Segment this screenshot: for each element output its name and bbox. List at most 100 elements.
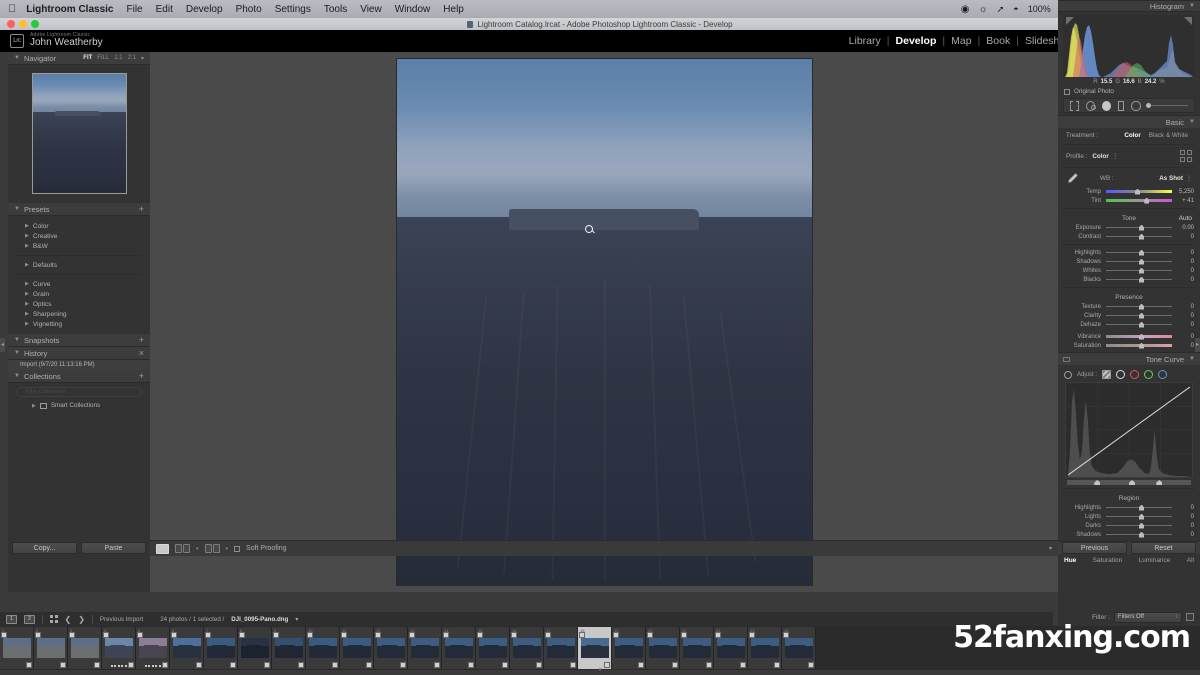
filmstrip-source-dropdown-icon[interactable]: ▾ [295,616,298,623]
right-panel-toggle[interactable]: ▸ [1195,337,1200,352]
menu-tools[interactable]: Tools [324,4,347,15]
collections-filter-input[interactable]: Filter Collections [16,387,142,397]
brush-amount-slider[interactable] [1145,103,1188,108]
add-collection-button[interactable]: + [139,371,144,381]
filmstrip-badge-develop[interactable] [69,632,75,638]
region-highlights-row[interactable]: Highlights 0 [1058,503,1200,512]
region-shadows-track[interactable] [1106,531,1172,538]
highlights-slider-track[interactable] [1106,249,1172,256]
filmstrip-badge-crop[interactable] [638,662,644,668]
shadows-slider-track[interactable] [1106,258,1172,265]
red-eye-icon[interactable] [1102,100,1112,111]
navigator-preview[interactable] [8,65,150,203]
filmstrip-badge-develop[interactable] [273,632,279,638]
develop-photo-preview[interactable] [396,59,812,585]
preset-group-creative[interactable]: ▶ Creative [8,231,150,241]
tab-saturation[interactable]: Saturation [1093,557,1123,564]
ya-view-icon[interactable] [204,544,220,553]
menu-help[interactable]: Help [443,4,464,15]
menu-file[interactable]: File [127,4,143,15]
filmstrip-badge-crop[interactable] [502,662,508,668]
whites-slider-row[interactable]: Whites 0 [1058,266,1200,275]
menu-develop[interactable]: Develop [186,4,223,15]
filmstrip-badge-crop[interactable] [196,662,202,668]
region-shadows-row[interactable]: Shadows 0 [1058,530,1200,539]
filmstrip-badge-crop[interactable] [400,662,406,668]
region-highlights-track[interactable] [1106,504,1172,511]
filmstrip-badge-develop[interactable] [715,632,721,638]
tone-curve-graph[interactable] [1065,382,1193,478]
before-after-menu-icon[interactable]: ▾ [196,546,199,552]
filmstrip-thumbnail[interactable]: 23 [748,627,782,669]
wb-menu-icon[interactable]: ⋮ [1186,175,1192,182]
filmstrip-thumbnail[interactable]: 1 [0,627,34,669]
filmstrip-badge-crop[interactable] [740,662,746,668]
preset-group-defaults[interactable]: ▶ Defaults [8,260,150,270]
zoom-1-1-button[interactable]: 1:1 [114,55,122,61]
filmstrip-badge-develop[interactable] [35,632,41,638]
filmstrip-badge-crop[interactable] [808,662,814,668]
filmstrip-thumbnail[interactable]: 2 [34,627,68,669]
histogram-header[interactable]: Histogram ▼ [1058,0,1200,12]
filmstrip-badge-crop[interactable] [128,662,134,668]
crop-overlay-icon[interactable] [1070,100,1080,111]
shadows-slider-row[interactable]: Shadows 0 [1058,257,1200,266]
snapshots-header[interactable]: ▼ Snapshots + [8,334,150,347]
display-icon[interactable]: ☼ [979,4,988,15]
identity-plate[interactable]: Lrc Adobe Lightroom Classic John Weather… [10,30,103,52]
filmstrip-thumbnail[interactable]: 13 [408,627,442,669]
zoom-window-button[interactable] [31,20,39,28]
reset-button[interactable]: Reset [1131,542,1196,554]
zoom-menu-icon[interactable]: ▾ [141,55,144,62]
saturation-slider-row[interactable]: Saturation 0 [1058,341,1200,350]
filmstrip-badge-crop[interactable] [468,662,474,668]
tab-luminance[interactable]: Luminance [1139,557,1171,564]
previous-button[interactable]: Previous [1062,542,1127,554]
chevron-down-icon[interactable]: ▼ [1189,119,1195,125]
collection-item-smart-collections[interactable]: ▶ Smart Collections [8,400,150,411]
preset-group-optics[interactable]: ▶ Optics [8,299,150,309]
chevron-right-icon[interactable]: ▶ [32,403,36,409]
basic-header[interactable]: Basic ▼ [1058,116,1200,128]
radial-filter-icon[interactable] [1131,100,1141,111]
chevron-down-icon[interactable]: ▼ [1189,356,1195,362]
tint-slider-track[interactable] [1106,197,1172,204]
temp-slider-row[interactable]: Temp 5,250 [1058,187,1200,196]
filmstrip-badge-develop[interactable] [205,632,211,638]
saturation-slider-track[interactable] [1106,342,1172,349]
region-darks-track[interactable] [1106,522,1172,529]
menu-window[interactable]: Window [395,4,431,15]
image-canvas[interactable] [150,52,1058,592]
exposure-slider-track[interactable] [1106,224,1172,231]
module-library[interactable]: Library [843,35,887,47]
clarity-slider-track[interactable] [1106,312,1172,319]
region-darks-row[interactable]: Darks 0 [1058,521,1200,530]
filmstrip-thumbnail[interactable]: 22 [714,627,748,669]
tint-slider-row[interactable]: Tint + 41 [1058,196,1200,205]
filmstrip-badge-develop[interactable] [443,632,449,638]
navigator-thumbnail[interactable] [31,73,127,194]
preset-group-grain[interactable]: ▶ Grain [8,289,150,299]
original-photo-row[interactable]: Original Photo [1058,87,1200,98]
filmstrip-source-label[interactable]: Previous Import [100,616,143,623]
presets-header[interactable]: ▼ Presets + [8,203,150,216]
filmstrip-badge-develop[interactable] [409,632,415,638]
navigator-header[interactable]: ▼ Navigator FIT FILL 1:1 2:1 ▾ [8,52,150,65]
filmstrip-badge-develop[interactable] [681,632,687,638]
filmstrip-badge-develop[interactable] [307,632,313,638]
targeted-adjustment-icon[interactable] [1064,370,1072,379]
vibrance-slider-row[interactable]: Vibrance 0 [1058,332,1200,341]
previous-photo-icon[interactable]: ❮ [65,615,72,624]
filmstrip-badge-crop[interactable] [774,662,780,668]
filmstrip-thumbnail[interactable]: 15 [476,627,510,669]
module-develop[interactable]: Develop [890,35,943,47]
filmstrip-badge-develop[interactable] [579,632,585,638]
filmstrip-thumbnail[interactable]: 24 [782,627,816,669]
filmstrip-thumbnail[interactable]: 19 [612,627,646,669]
filmstrip-badge-crop[interactable] [298,662,304,668]
filmstrip-thumbnail[interactable]: 11 [340,627,374,669]
filmstrip-badge-develop[interactable] [749,632,755,638]
preset-group-curve[interactable]: ▶ Curve [8,279,150,289]
filmstrip-rating-stars[interactable] [144,665,161,667]
texture-slider-track[interactable] [1106,303,1172,310]
